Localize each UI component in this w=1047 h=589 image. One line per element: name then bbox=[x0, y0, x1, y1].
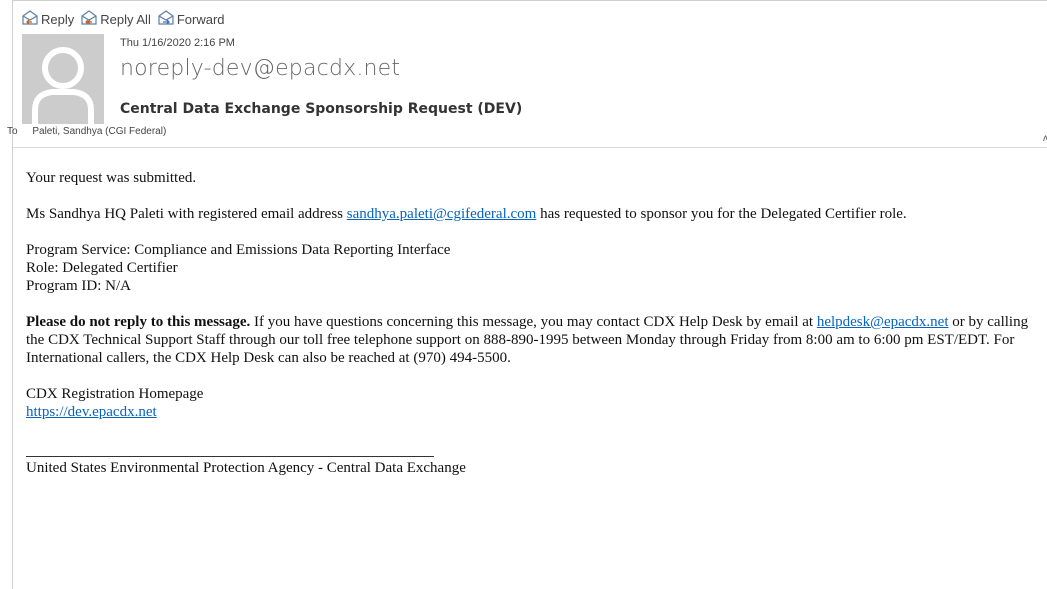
homepage-link[interactable]: https://dev.epacdx.net bbox=[26, 404, 157, 420]
notice-bold: Please do not reply to this message. bbox=[26, 314, 251, 330]
message-subject: Central Data Exchange Sponsorship Reques… bbox=[120, 101, 523, 117]
sender-address[interactable]: noreply-dev@epacdx.net bbox=[120, 56, 400, 81]
message-header: Reply Reply All Forward Thu 1/16/2020 2:… bbox=[7, 1, 1047, 147]
reply-all-icon bbox=[80, 10, 98, 29]
forward-button[interactable]: Forward bbox=[157, 10, 225, 29]
sponsor-email-link[interactable]: sandhya.paleti@cgifederal.com bbox=[347, 206, 537, 222]
sponsor-text-start: Ms Sandhya HQ Paleti with registered ema… bbox=[26, 206, 347, 222]
helpdesk-email-link[interactable]: helpdesk@epacdx.net bbox=[817, 314, 949, 330]
signature-rule bbox=[26, 456, 434, 457]
program-service: Program Service: Compliance and Emission… bbox=[26, 242, 451, 258]
program-id: Program ID: N/A bbox=[26, 278, 131, 294]
reply-all-label: Reply All bbox=[100, 12, 151, 27]
avatar bbox=[22, 34, 104, 124]
forward-label: Forward bbox=[176, 12, 225, 27]
sponsor-text-end: has requested to sponsor you for the Del… bbox=[536, 206, 907, 222]
message-date: Thu 1/16/2020 2:16 PM bbox=[120, 37, 235, 49]
forward-icon bbox=[157, 10, 175, 29]
message-body: Your request was submitted. Ms Sandhya H… bbox=[26, 169, 1046, 477]
expand-chevron-icon[interactable]: ʌ bbox=[1043, 133, 1047, 144]
notice-text: If you have questions concerning this me… bbox=[250, 314, 817, 330]
header-divider bbox=[13, 147, 1047, 148]
to-label: To bbox=[7, 126, 18, 137]
homepage-section: CDX Registration Homepage https://dev.ep… bbox=[26, 385, 1046, 421]
recipient-name[interactable]: Paleti, Sandhya (CGI Federal) bbox=[32, 126, 166, 137]
body-intro: Your request was submitted. bbox=[26, 170, 197, 186]
homepage-label: CDX Registration Homepage bbox=[26, 386, 204, 402]
reply-icon bbox=[21, 10, 39, 29]
reply-button[interactable]: Reply bbox=[21, 10, 74, 29]
program-details: Program Service: Compliance and Emission… bbox=[26, 241, 1046, 295]
person-silhouette-icon bbox=[32, 47, 94, 124]
footer-text: United States Environmental Protection A… bbox=[26, 460, 466, 476]
body-sponsor-paragraph: Ms Sandhya HQ Paleti with registered ema… bbox=[26, 205, 1046, 223]
message-frame: Reply Reply All Forward Thu 1/16/2020 2:… bbox=[7, 0, 1047, 589]
recipient-line: To Paleti, Sandhya (CGI Federal) bbox=[7, 126, 166, 137]
notice-paragraph: Please do not reply to this message. If … bbox=[26, 313, 1046, 367]
reply-label: Reply bbox=[41, 12, 75, 27]
action-toolbar: Reply Reply All Forward bbox=[21, 10, 225, 29]
role-line: Role: Delegated Certifier bbox=[26, 260, 178, 276]
reply-all-button[interactable]: Reply All bbox=[80, 10, 151, 29]
